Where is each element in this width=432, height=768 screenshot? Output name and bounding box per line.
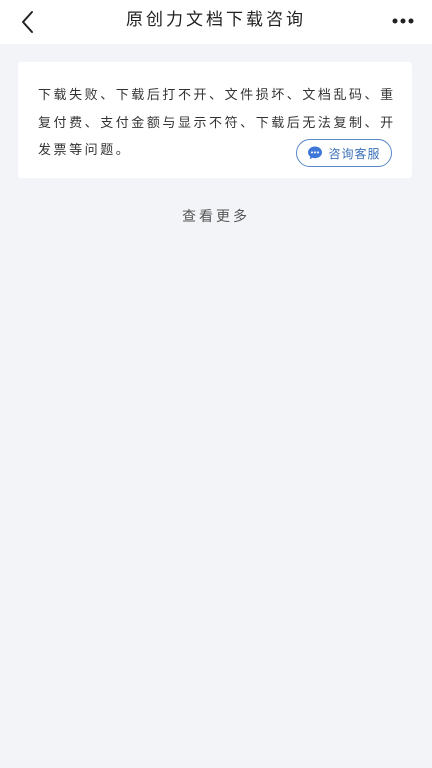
chevron-left-icon [22, 11, 33, 33]
more-options-button[interactable] [388, 6, 418, 36]
page-title: 原创力文档下载咨询 [126, 10, 306, 30]
more-dots-icon [392, 18, 414, 24]
consult-button-label: 咨询客服 [328, 146, 381, 161]
view-more-link[interactable]: 查看更多 [0, 206, 432, 226]
top-navigation-bar: 原创力文档下载咨询 [0, 0, 432, 44]
chat-bubble-icon [307, 145, 323, 161]
download-issues-card: 下载失败、下载后打不开、文件损坏、文档乱码、重复付费、支付金额与显示不符、下载后… [18, 62, 412, 178]
consult-service-button[interactable]: 咨询客服 [296, 139, 392, 167]
back-button[interactable] [10, 4, 46, 40]
